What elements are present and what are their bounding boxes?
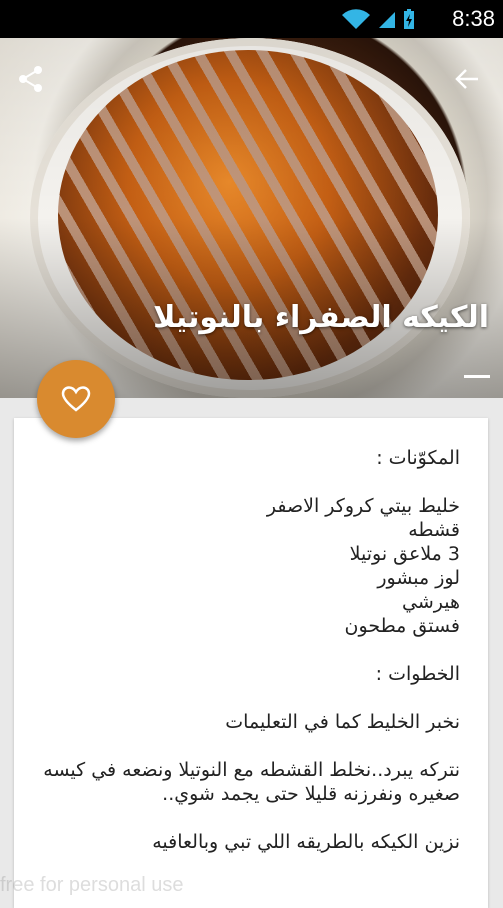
battery-icon [404, 9, 414, 29]
status-icons [341, 8, 415, 30]
recipe-card: المكوّنات : خليط بيتي كروكر الاصفر قشطه … [14, 418, 488, 908]
recipe-title: الكيكه الصفراء بالنوتيلا [153, 300, 489, 335]
recipe-hero-image [0, 38, 503, 398]
title-underline [464, 375, 490, 378]
recipe-content: المكوّنات : خليط بيتي كروكر الاصفر قشطه … [42, 446, 460, 854]
step-item: نزين الكيكه بالطريقه اللي تبي وبالعافيه [152, 831, 460, 853]
favorite-button[interactable] [37, 360, 115, 438]
ingredient-item: فستق مطحون [344, 615, 460, 637]
share-icon [19, 66, 42, 92]
ingredient-item: خليط بيتي كروكر الاصفر [266, 495, 460, 517]
signal-icon [379, 12, 395, 28]
status-time: 8:38 [452, 6, 495, 31]
ingredients-heading: المكوّنات : [376, 447, 460, 469]
arrow-left-icon [455, 69, 478, 89]
step-item: نتركه يبرد..نخلط القشطه مع النوتيلا ونضع… [43, 759, 460, 805]
ingredient-item: هيرشي [402, 591, 460, 613]
ingredient-item: لوز مبشور [377, 567, 460, 589]
back-button[interactable] [452, 64, 482, 94]
ingredient-item: قشطه [408, 519, 460, 541]
share-button[interactable] [16, 64, 46, 94]
status-bar: 8:38 [0, 0, 503, 38]
step-item: نخبر الخليط كما في التعليمات [225, 711, 460, 733]
ingredient-item: 3 ملاعق نوتيلا [349, 543, 460, 565]
watermark-text: free for personal use [0, 874, 184, 896]
wifi-icon [342, 9, 370, 30]
steps-heading: الخطوات : [375, 663, 460, 685]
hero-shade [0, 38, 503, 398]
heart-outline-icon [61, 386, 91, 412]
